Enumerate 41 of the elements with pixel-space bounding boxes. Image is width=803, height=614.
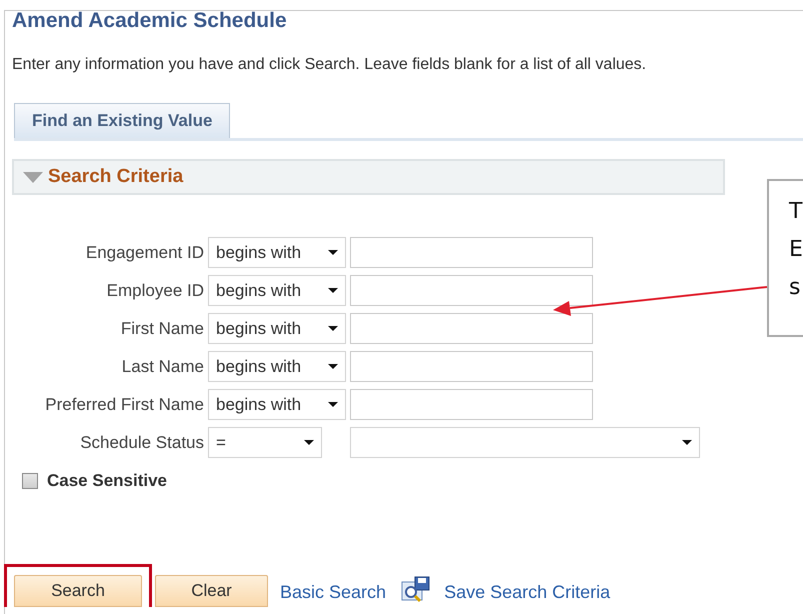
input-field[interactable] <box>350 351 593 382</box>
caret-icon <box>304 440 314 445</box>
field-label: Engagement ID <box>84 242 205 264</box>
input-field[interactable] <box>350 275 593 306</box>
action-button[interactable]: Clear <box>155 574 268 606</box>
checkbox[interactable] <box>22 472 38 489</box>
operator-dropdown[interactable]: begins with <box>208 275 346 306</box>
section-header[interactable]: Search Criteria <box>12 159 725 195</box>
action-button[interactable]: Search <box>14 574 142 606</box>
link[interactable]: Save Search Criteria <box>444 578 610 606</box>
callout-text: s <box>789 274 802 302</box>
instructions: Enter any information you have and click Search. Leave fields blank for a list of all values. <box>12 55 648 75</box>
triangle-icon <box>23 172 43 182</box>
field-label: Last Name <box>120 356 205 378</box>
input-field[interactable] <box>350 389 593 420</box>
field-label: Preferred First Name <box>44 394 205 416</box>
callout-text: T <box>789 198 803 226</box>
value-dropdown[interactable] <box>350 427 700 458</box>
operator-dropdown[interactable]: begins with <box>208 389 346 420</box>
field-label: Employee ID <box>106 280 205 302</box>
field-label: First Name <box>120 318 205 340</box>
caret-icon <box>328 250 338 255</box>
page-title: Amend Academic Schedule <box>12 8 288 34</box>
input-field[interactable] <box>350 237 593 268</box>
caret-icon <box>328 326 338 331</box>
operator-dropdown[interactable]: begins with <box>208 237 346 268</box>
operator-dropdown[interactable]: begins with <box>208 351 346 382</box>
section-title: Search Criteria <box>48 164 184 189</box>
operator-dropdown[interactable]: begins with <box>208 313 346 344</box>
field-label: Schedule Status <box>79 432 205 454</box>
caret-icon <box>682 440 692 445</box>
caret-icon <box>328 402 338 407</box>
caret-icon <box>328 288 338 293</box>
operator-dropdown[interactable]: = <box>208 427 322 458</box>
tab[interactable]: Find an Existing Value <box>14 103 230 138</box>
link[interactable]: Basic Search <box>280 578 386 606</box>
input-field[interactable] <box>350 313 593 344</box>
caret-icon <box>328 364 338 369</box>
save-search-icon[interactable] <box>401 576 432 604</box>
checkbox-label: Case Sensitive <box>47 470 168 492</box>
callout-text: E <box>789 236 803 264</box>
